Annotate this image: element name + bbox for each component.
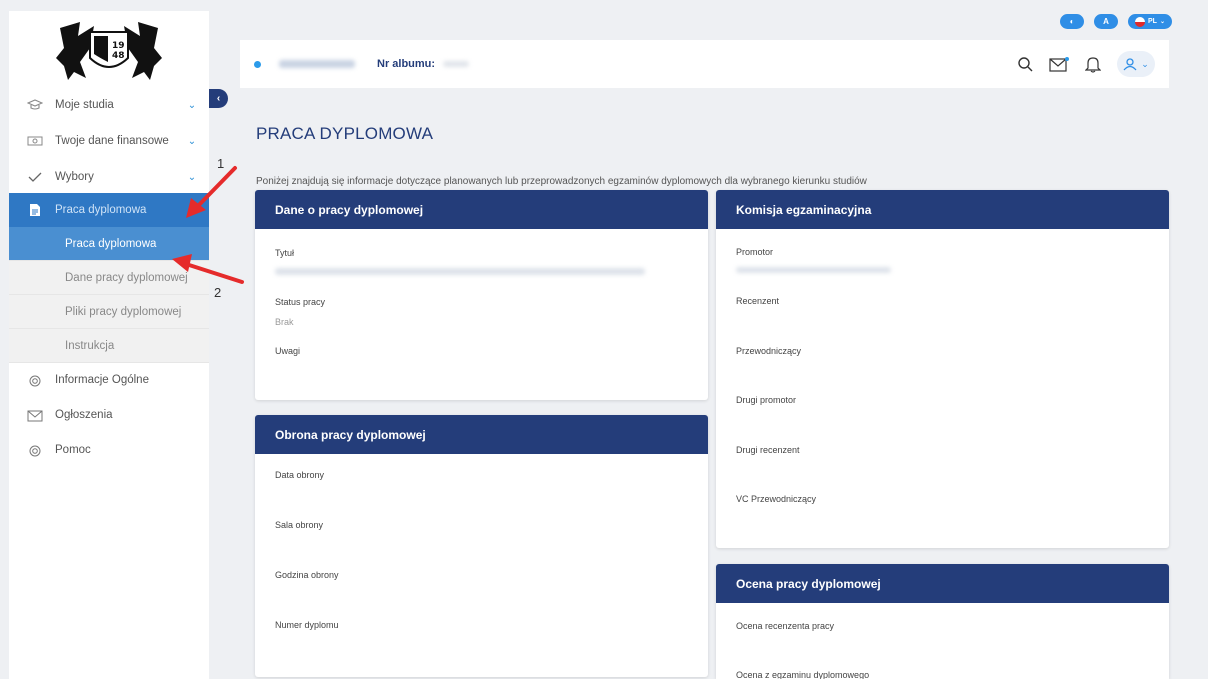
annotation-number-1: 1 [217, 156, 225, 171]
annotation-number-2: 2 [214, 285, 222, 300]
app-root: ◐ A PL ⌄ 19 48 Moje studia ⌄ Twoje dane … [0, 0, 1208, 679]
annotation-arrows [172, 166, 244, 284]
